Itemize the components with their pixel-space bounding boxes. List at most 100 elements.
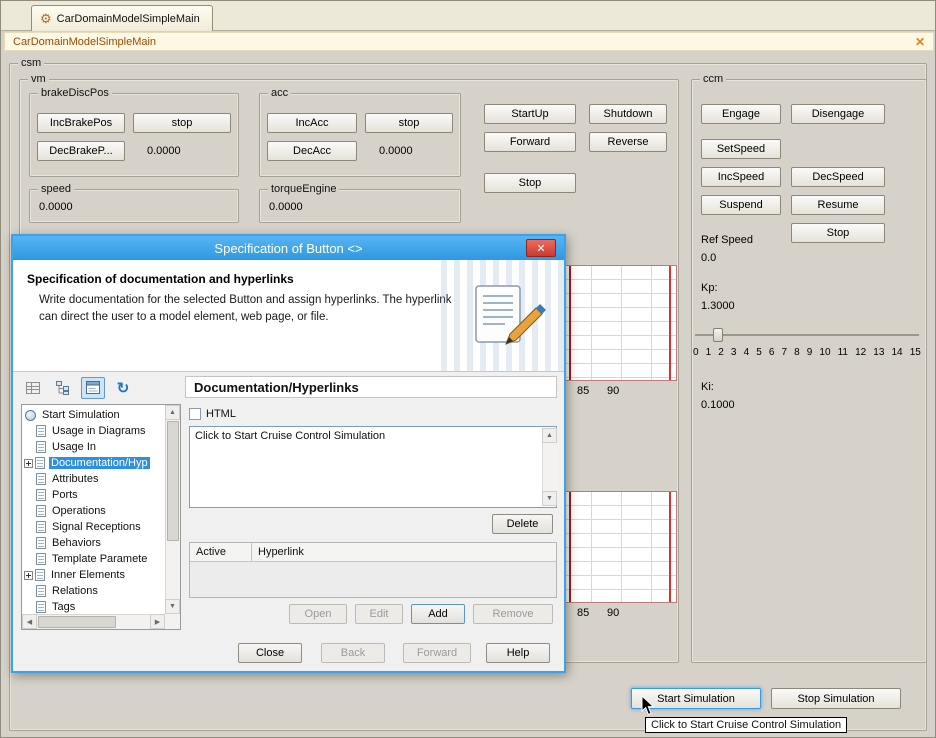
- tree-item-signal-receptions[interactable]: Signal Receptions: [22, 519, 165, 535]
- brakediscpos-group: brakeDiscPos: [29, 93, 239, 177]
- document-icon: [36, 553, 46, 565]
- back-button[interactable]: Back: [321, 643, 385, 663]
- disengage-button[interactable]: Disengage: [791, 104, 885, 124]
- column-active[interactable]: Active: [190, 543, 252, 562]
- shutdown-button[interactable]: Shutdown: [589, 104, 667, 124]
- reverse-button[interactable]: Reverse: [589, 132, 667, 152]
- remove-button[interactable]: Remove: [473, 604, 553, 624]
- close-button[interactable]: Close: [238, 643, 302, 663]
- csm-group-label: csm: [18, 57, 44, 69]
- tree-item-usage-in[interactable]: Usage In: [22, 439, 165, 455]
- tree-item-tags[interactable]: Tags: [22, 599, 165, 614]
- open-button[interactable]: Open: [289, 604, 347, 624]
- document-icon: [36, 521, 46, 533]
- forward-button[interactable]: Forward: [403, 643, 471, 663]
- properties-grid-icon[interactable]: [21, 377, 45, 399]
- gear-icon: ⚙: [40, 12, 52, 25]
- scrollbar-thumb[interactable]: [167, 421, 179, 541]
- html-checkbox[interactable]: [189, 408, 201, 420]
- tree-item-behaviors[interactable]: Behaviors: [22, 535, 165, 551]
- tree-item-documentation-hyperlinks[interactable]: Documentation/Hyp: [22, 455, 165, 471]
- document-icon: [35, 457, 45, 469]
- edit-button[interactable]: Edit: [355, 604, 403, 624]
- tree-item-usage-in-diagrams[interactable]: Usage in Diagrams: [22, 423, 165, 439]
- tick-label: 14: [891, 347, 902, 358]
- vm-stop-button[interactable]: Stop: [484, 173, 576, 193]
- tab-strip: ⚙ CarDomainModelSimpleMain: [1, 1, 936, 31]
- scroll-up-icon[interactable]: ▲: [542, 428, 557, 443]
- add-button[interactable]: Add: [411, 604, 465, 624]
- tick-label: 4: [744, 347, 750, 358]
- tree-item-template-parameters[interactable]: Template Paramete: [22, 551, 165, 567]
- textarea-scrollbar[interactable]: ▲ ▼: [542, 428, 557, 506]
- tree-item-start-simulation[interactable]: Start Simulation: [22, 407, 165, 423]
- ki-value: 0.1000: [701, 399, 735, 411]
- dialog-toolbar: ↻: [21, 376, 135, 400]
- slider-thumb[interactable]: [713, 328, 723, 342]
- resume-button[interactable]: Resume: [791, 195, 885, 215]
- decspeed-button[interactable]: DecSpeed: [791, 167, 885, 187]
- tree-item-label: Usage In: [50, 441, 98, 453]
- dialog-titlebar[interactable]: Specification of Button <> ✕: [13, 236, 564, 260]
- scroll-right-icon[interactable]: ▶: [150, 614, 165, 629]
- spec-tree: Start Simulation Usage in Diagrams Usage…: [22, 405, 165, 614]
- column-hyperlink[interactable]: Hyperlink: [252, 546, 304, 558]
- incspeed-button[interactable]: IncSpeed: [701, 167, 781, 187]
- document-icon: [35, 569, 45, 581]
- tick-label: 0: [693, 347, 699, 358]
- tree-item-attributes[interactable]: Attributes: [22, 471, 165, 487]
- incacc-button[interactable]: IncAcc: [267, 113, 357, 133]
- scroll-down-icon[interactable]: ▼: [542, 491, 557, 506]
- kp-slider[interactable]: [695, 327, 919, 343]
- documentation-textarea[interactable]: Click to Start Cruise Control Simulation…: [189, 426, 557, 508]
- window-close-icon[interactable]: ✕: [915, 35, 925, 49]
- tab-cardomainmodel[interactable]: ⚙ CarDomainModelSimpleMain: [31, 5, 213, 31]
- tree-item-ports[interactable]: Ports: [22, 487, 165, 503]
- forward-button[interactable]: Forward: [484, 132, 576, 152]
- chart1-tick-90: 90: [607, 385, 619, 397]
- tree-item-label: Ports: [50, 489, 80, 501]
- suspend-button[interactable]: Suspend: [701, 195, 781, 215]
- setspeed-button[interactable]: SetSpeed: [701, 139, 781, 159]
- specification-dialog: Specification of Button <> ✕ Specificati…: [11, 234, 566, 673]
- hyperlink-table: Active Hyperlink: [189, 542, 557, 598]
- chart-series-line: [569, 266, 571, 380]
- stop-simulation-button[interactable]: Stop Simulation: [771, 688, 901, 709]
- refresh-icon[interactable]: ↻: [111, 377, 135, 399]
- decacc-button[interactable]: DecAcc: [267, 141, 357, 161]
- tree-item-operations[interactable]: Operations: [22, 503, 165, 519]
- dialog-close-button[interactable]: ✕: [526, 239, 556, 257]
- tree-view-icon[interactable]: [51, 377, 75, 399]
- delete-button[interactable]: Delete: [492, 514, 553, 534]
- tree-vertical-scrollbar[interactable]: ▲ ▼: [165, 405, 180, 614]
- tree-item-inner-elements[interactable]: Inner Elements: [22, 567, 165, 583]
- kp-label: Kp:: [701, 282, 718, 294]
- brake-stop-button[interactable]: stop: [133, 113, 231, 133]
- tree-item-label: Tags: [50, 601, 77, 613]
- scroll-left-icon[interactable]: ◀: [22, 614, 37, 629]
- tree-horizontal-scrollbar[interactable]: ◀ ▶: [22, 614, 165, 629]
- section-title: Documentation/Hyperlinks: [185, 376, 557, 398]
- help-button[interactable]: Help: [486, 643, 550, 663]
- dialog-banner: Specification of documentation and hyper…: [13, 260, 564, 372]
- incbrakepos-button[interactable]: IncBrakePos: [37, 113, 125, 133]
- document-icon: [36, 537, 46, 549]
- tree-item-relations[interactable]: Relations: [22, 583, 165, 599]
- scroll-up-icon[interactable]: ▲: [165, 405, 180, 420]
- startup-button[interactable]: StartUp: [484, 104, 576, 124]
- acc-group: acc: [259, 93, 461, 177]
- ref-speed-value: 0.0: [701, 252, 716, 264]
- expand-view-icon[interactable]: [81, 377, 105, 399]
- acc-stop-button[interactable]: stop: [365, 113, 453, 133]
- chart-series-line: [569, 492, 571, 602]
- document-icon: [36, 473, 46, 485]
- ccm-stop-button[interactable]: Stop: [791, 223, 885, 243]
- expand-plus-icon[interactable]: [24, 571, 33, 580]
- tree-item-label: Attributes: [50, 473, 100, 485]
- decbrakepos-button[interactable]: DecBrakeP...: [37, 141, 125, 161]
- scrollbar-thumb[interactable]: [38, 616, 116, 628]
- expand-plus-icon[interactable]: [24, 459, 33, 468]
- tick-label: 6: [769, 347, 775, 358]
- engage-button[interactable]: Engage: [701, 104, 781, 124]
- scroll-down-icon[interactable]: ▼: [165, 599, 180, 614]
